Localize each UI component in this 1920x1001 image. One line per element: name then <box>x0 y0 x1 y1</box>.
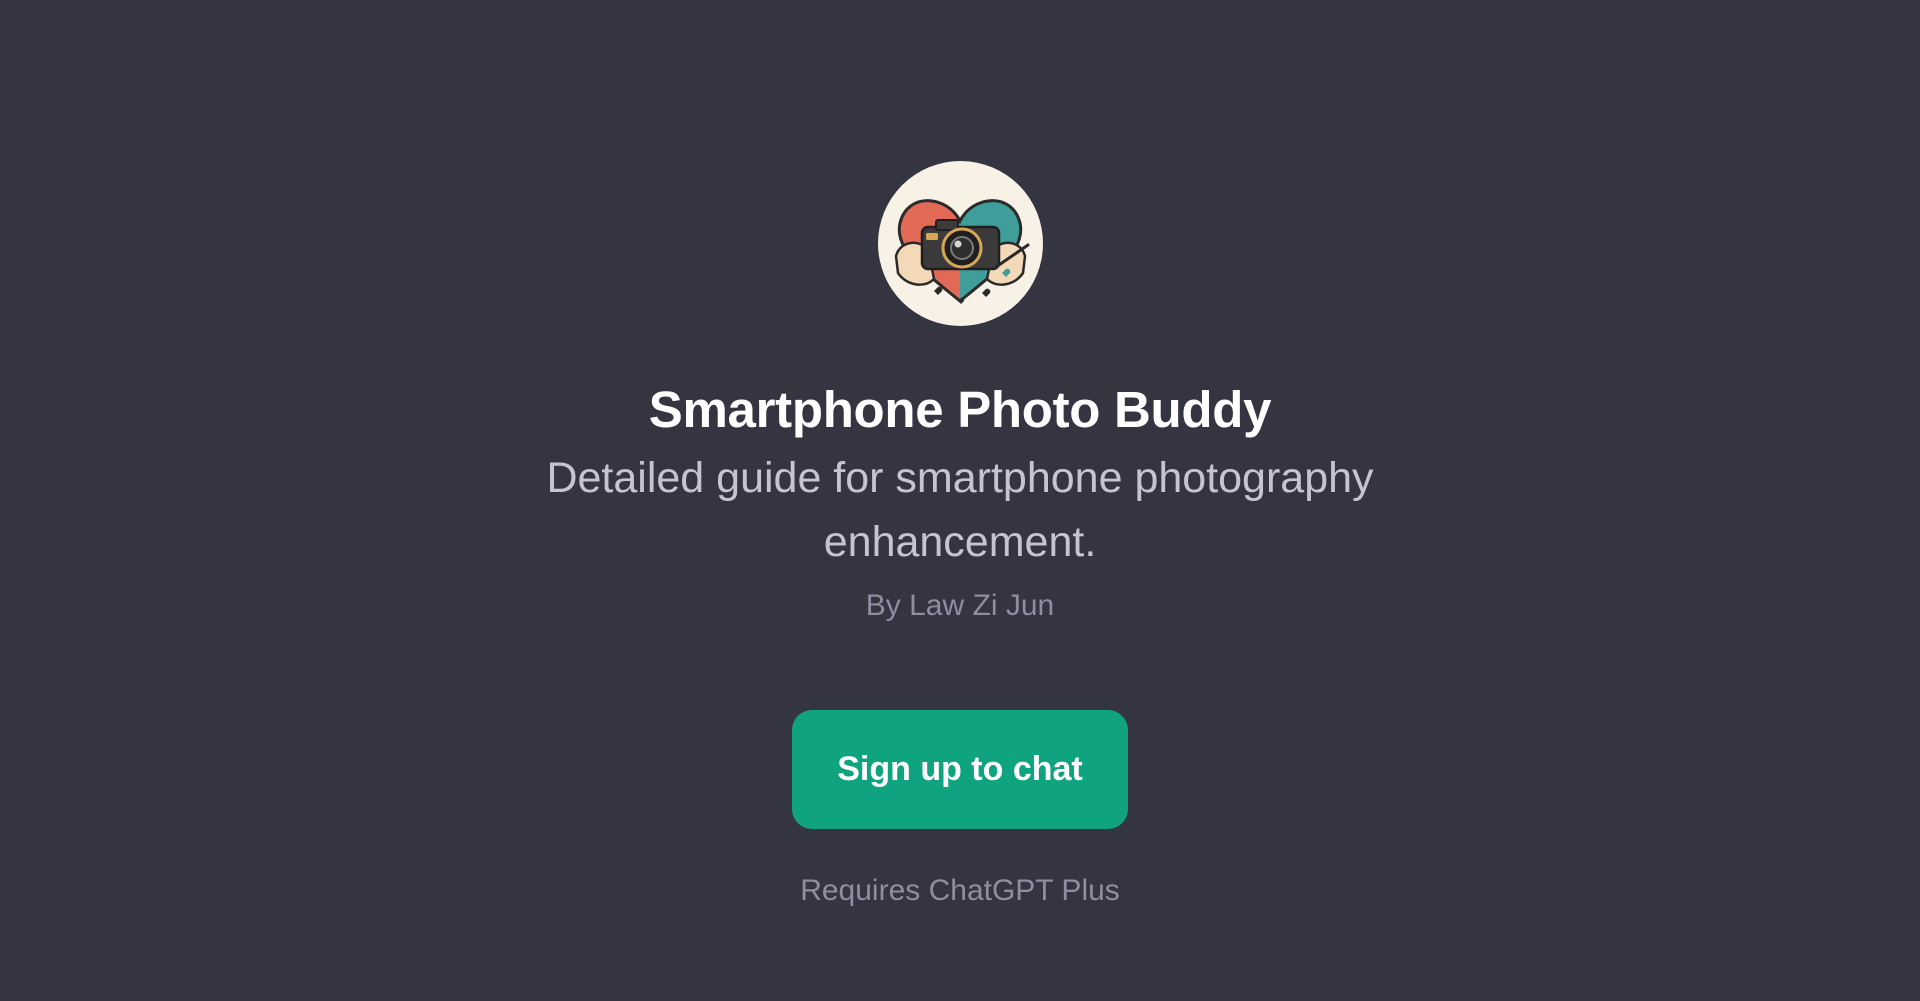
plan-requirement-note: Requires ChatGPT Plus <box>800 874 1120 907</box>
gpt-author: By Law Zi Jun <box>865 589 1055 622</box>
camera-heart-avatar-icon <box>894 199 1030 304</box>
gpt-landing-page: Smartphone Photo Buddy Detailed guide fo… <box>0 0 1920 1001</box>
sign-up-to-chat-button[interactable]: Sign up to chat <box>792 710 1128 829</box>
gpt-avatar <box>878 161 1043 326</box>
gpt-title: Smartphone Photo Buddy <box>648 381 1272 438</box>
gpt-description: Detailed guide for smartphone photograph… <box>546 454 1374 566</box>
